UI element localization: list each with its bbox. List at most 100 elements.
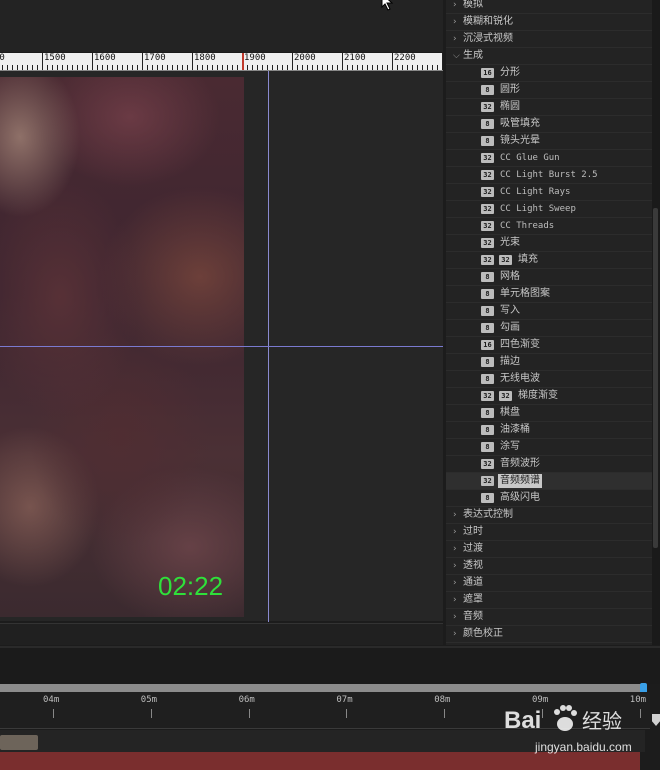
ruler-minor-tick bbox=[352, 65, 353, 70]
bit-depth-badge-icon: 32 bbox=[481, 102, 494, 112]
ruler-minor-tick bbox=[317, 65, 318, 70]
bit-depth-badge-icon: 8 bbox=[481, 323, 494, 333]
effect-category[interactable]: › 过渡 bbox=[446, 541, 652, 558]
bit-depth-badge-icon: 32 bbox=[481, 459, 494, 469]
effect-item[interactable]: 8 圆形 bbox=[446, 82, 652, 99]
timeline-corner-icon[interactable] bbox=[645, 731, 660, 770]
effect-item[interactable]: 8 写入 bbox=[446, 303, 652, 320]
effect-item[interactable]: 8 高级闪电 bbox=[446, 490, 652, 507]
layer-bar-start[interactable] bbox=[0, 735, 38, 750]
time-tick bbox=[53, 709, 54, 718]
work-area-end-handle[interactable] bbox=[640, 683, 647, 692]
effect-item[interactable]: 32 CC Light Rays bbox=[446, 184, 652, 201]
chevron-right-icon[interactable]: › bbox=[453, 0, 457, 13]
bit-depth-badge-icon: 32 bbox=[481, 391, 494, 401]
effect-item[interactable]: 8 勾画 bbox=[446, 320, 652, 337]
effect-category[interactable]: › 遮罩 bbox=[446, 592, 652, 609]
effect-category[interactable]: › 模糊和锐化 bbox=[446, 14, 652, 31]
effect-label: 填充 bbox=[518, 254, 538, 265]
effect-item[interactable]: 8 无线电波 bbox=[446, 371, 652, 388]
effect-item[interactable]: 8 吸管填充 bbox=[446, 116, 652, 133]
chevron-down-icon[interactable]: ⌵ bbox=[453, 48, 460, 64]
effect-item[interactable]: 16 四色渐变 bbox=[446, 337, 652, 354]
ruler-minor-tick bbox=[177, 65, 178, 70]
ruler-minor-tick bbox=[182, 65, 183, 70]
effect-item[interactable]: 32 32 填充 bbox=[446, 252, 652, 269]
effect-label: CC Light Sweep bbox=[500, 204, 576, 214]
ruler-minor-tick bbox=[137, 65, 138, 70]
effect-label: 棋盘 bbox=[500, 407, 520, 418]
watermark-brand-cn: 经验 bbox=[582, 709, 622, 733]
effect-category[interactable]: › 沉浸式视频 bbox=[446, 31, 652, 48]
time-label: 08m bbox=[434, 695, 451, 705]
time-label: 04m bbox=[43, 695, 60, 705]
effect-item-selected[interactable]: 32 音频频谱 bbox=[446, 473, 652, 490]
effect-item[interactable]: 32 32 梯度渐变 bbox=[446, 388, 652, 405]
effect-label: 梯度渐变 bbox=[518, 390, 558, 401]
chevron-right-icon[interactable]: › bbox=[453, 31, 457, 47]
time-label: 05m bbox=[140, 695, 158, 705]
effect-item[interactable]: 16 分形 bbox=[446, 65, 652, 82]
chevron-right-icon[interactable]: › bbox=[453, 524, 457, 540]
chevron-right-icon[interactable]: › bbox=[453, 626, 457, 642]
bit-depth-badge-icon: 32 bbox=[499, 391, 512, 401]
effect-category[interactable]: › 通道 bbox=[446, 575, 652, 592]
effect-label: 圆形 bbox=[500, 84, 520, 95]
effect-item[interactable]: 8 棋盘 bbox=[446, 405, 652, 422]
ruler-minor-tick bbox=[367, 65, 368, 70]
timecode-overlay: 02:22 bbox=[158, 571, 224, 601]
bit-depth-badge-icon: 16 bbox=[481, 68, 494, 78]
category-label: 生成 bbox=[463, 50, 483, 61]
effect-item[interactable]: 32 光束 bbox=[446, 235, 652, 252]
effect-category[interactable]: › 透视 bbox=[446, 558, 652, 575]
effect-item[interactable]: 8 镜头光晕 bbox=[446, 133, 652, 150]
ruler-minor-tick bbox=[297, 65, 298, 70]
work-area-range-bar[interactable] bbox=[0, 684, 645, 692]
effect-item[interactable]: 32 CC Threads bbox=[446, 218, 652, 235]
effect-item[interactable]: 32 CC Light Burst 2.5 bbox=[446, 167, 652, 184]
effect-category[interactable]: › 颜色校正 bbox=[446, 626, 652, 643]
effect-item[interactable]: 8 网格 bbox=[446, 269, 652, 286]
effect-item[interactable]: 8 单元格图案 bbox=[446, 286, 652, 303]
ruler-minor-tick bbox=[247, 65, 248, 70]
chevron-right-icon[interactable]: › bbox=[453, 558, 457, 574]
effect-item[interactable]: 8 涂写 bbox=[446, 439, 652, 456]
effect-item[interactable]: 32 音频波形 bbox=[446, 456, 652, 473]
bit-depth-badge-icon: 32 bbox=[481, 238, 494, 248]
effect-item[interactable]: 32 椭圆 bbox=[446, 99, 652, 116]
mouse-pointer-icon bbox=[381, 0, 394, 11]
ruler-minor-tick bbox=[437, 65, 438, 70]
time-label: 06m bbox=[238, 695, 255, 705]
ruler-minor-tick bbox=[222, 65, 223, 70]
blurred-footage-frame bbox=[0, 77, 244, 617]
effect-item[interactable]: 8 油漆桶 bbox=[446, 422, 652, 439]
effect-category[interactable]: ⌵ 生成 bbox=[446, 48, 652, 65]
chevron-right-icon[interactable]: › bbox=[453, 14, 457, 30]
effect-category[interactable]: › 音频 bbox=[446, 609, 652, 626]
layer-duration-bar[interactable] bbox=[0, 752, 640, 770]
effect-item[interactable]: 32 CC Light Sweep bbox=[446, 201, 652, 218]
ruler-minor-tick bbox=[237, 65, 238, 70]
effects-scrollbar-thumb[interactable] bbox=[653, 208, 658, 548]
effect-category[interactable]: › 过时 bbox=[446, 524, 652, 541]
ruler-minor-tick bbox=[272, 65, 273, 70]
chevron-right-icon[interactable]: › bbox=[453, 541, 457, 557]
chevron-right-icon[interactable]: › bbox=[453, 609, 457, 625]
effect-category[interactable]: › 模拟 bbox=[446, 0, 652, 14]
effect-item[interactable]: 32 CC Glue Gun bbox=[446, 150, 652, 167]
chevron-right-icon[interactable]: › bbox=[453, 575, 457, 591]
ruler-minor-tick bbox=[112, 65, 113, 70]
effect-item[interactable]: 8 描边 bbox=[446, 354, 652, 371]
ruler-minor-tick bbox=[212, 65, 213, 70]
ruler-minor-tick bbox=[347, 65, 348, 70]
chevron-right-icon[interactable]: › bbox=[453, 507, 457, 523]
horizontal-ruler[interactable]: 00 1500 1600 1700 1800 1900 2000 2100 2200 2 bbox=[0, 53, 443, 71]
chevron-right-icon[interactable]: › bbox=[453, 592, 457, 608]
bit-depth-badge-icon: 32 bbox=[481, 221, 494, 231]
horizontal-guide-line[interactable] bbox=[0, 346, 443, 347]
category-label: 过时 bbox=[463, 526, 483, 537]
category-label: 模糊和锐化 bbox=[463, 16, 513, 27]
effect-category[interactable]: › 表达式控制 bbox=[446, 507, 652, 524]
effect-label: 光束 bbox=[500, 237, 520, 248]
category-label: 通道 bbox=[463, 577, 483, 588]
